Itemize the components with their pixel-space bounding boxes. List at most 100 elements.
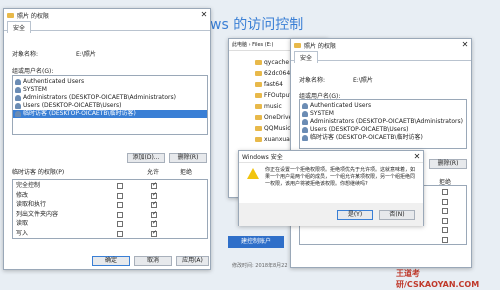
folder-icon [255,82,262,87]
tab-security[interactable]: 安全 [294,51,319,63]
user-name: Administrators (DESKTOP-OICAETB\Administ… [23,94,176,101]
folder-icon [255,115,262,120]
deny-checkbox[interactable] [442,208,448,214]
user-list-item[interactable]: SYSTEM [300,110,466,118]
user-list-item[interactable]: Users (DESKTOP-OICAETB\Users) [13,102,207,110]
permissions-label: 临时访客 的权限(P) [12,169,65,176]
deny-checkbox[interactable] [151,200,157,208]
permission-row [300,226,466,234]
close-icon[interactable]: ✕ [411,151,423,163]
remove-button[interactable]: 删除(R) [169,153,207,163]
user-list-item[interactable]: 临时访客 (DESKTOP-OICAETB\临时访客) [300,134,466,142]
background-title: ws 的访问控制 [210,17,304,33]
permission-name: 写入 [16,229,29,237]
permission-name: 读取 [16,220,29,227]
deny-checkbox[interactable] [151,210,157,218]
folder-icon [255,104,262,109]
user-name: 临时访客 (DESKTOP-OICAETB\临时访客) [23,110,136,117]
user-icon [302,135,308,141]
user-icon [15,103,21,109]
folder-icon [255,60,262,65]
object-name-value: E:\照片 [353,77,373,84]
permission-row [300,236,466,244]
yes-button[interactable]: 是(Y) [337,210,373,220]
user-list[interactable]: Authenticated Users SYSTEM Administrators … [299,99,467,149]
apply-button[interactable]: 应用(A) [176,256,209,266]
alert-message: 你正在设置一个拒绝权限项。拒绝项优先于允许项。这就意味着，如果一个用户是两个组的… [265,167,416,187]
permission-row: 列出文件夹内容 [13,210,207,219]
ok-button[interactable]: 确定 [92,256,130,266]
user-name: SYSTEM [310,110,334,117]
user-name: SYSTEM [23,86,47,93]
windows-security-alert: Windows 安全 ✕ 你正在设置一个拒绝权限项。拒绝项优先于允许项。这就意味… [238,150,424,226]
deny-checkbox[interactable] [151,181,157,189]
object-name-label: 对象名称: [12,51,39,58]
deny-checkbox[interactable] [151,219,157,227]
allow-checkbox[interactable] [117,221,123,227]
tab-security[interactable]: 安全 [7,21,32,33]
modified-date: 修改时间: 2018年8月22 [232,263,288,269]
user-name: Authenticated Users [310,102,372,109]
folder-name: FFOutput [264,91,292,99]
folder-icon [7,12,14,18]
deny-checkbox[interactable] [151,229,157,237]
deny-checkbox[interactable] [442,189,448,195]
folder-icon [255,71,262,76]
object-name-value: E:\照片 [76,51,96,58]
user-list-item[interactable]: Authenticated Users [300,102,466,110]
permissions-list: 完全控制修改读取和执行列出文件夹内容读取写入 [12,179,208,239]
user-icon [15,87,21,93]
dialog-title: 照片 的权限 [304,42,336,50]
allow-checkbox[interactable] [117,202,123,208]
no-button[interactable]: 否(N) [379,210,415,220]
folder-icon [255,137,262,142]
permission-name: 列出文件夹内容 [16,210,59,218]
folder-icon [255,126,262,131]
permission-row: 完全控制 [13,181,207,190]
remove-button[interactable]: 删除(R) [429,159,467,169]
user-list[interactable]: Authenticated Users SYSTEM Administrators … [12,75,208,135]
allow-checkbox[interactable] [117,211,123,218]
deny-header: 拒绝 [180,169,193,176]
user-list-item[interactable]: 临时访客 (DESKTOP-OICAETB\临时访客) [13,110,207,118]
deny-checkbox[interactable] [442,227,448,233]
deny-checkbox[interactable] [442,198,448,205]
close-icon[interactable]: ✕ [198,9,210,21]
watermark: 王道考研/CSKAOYAN.COM [396,269,480,289]
user-list-item[interactable]: Administrators (DESKTOP-OICAETB\Administ… [13,94,207,102]
user-icon [302,111,308,117]
permission-name: 读取和执行 [16,201,47,208]
left-permissions-dialog: 照片 的权限 ✕ 安全 对象名称: E:\照片 组或用户名(G): Authen… [3,8,211,270]
cancel-button[interactable]: 取消 [134,256,172,266]
user-icon [15,111,21,117]
background-link-button[interactable]: 建控制账户 [228,236,284,248]
permission-row: 写入 [13,229,207,238]
allow-checkbox[interactable] [117,183,123,189]
folder-name: fast64 [264,80,283,88]
deny-checkbox[interactable] [442,236,448,243]
deny-checkbox[interactable] [442,217,448,224]
user-name: Authenticated Users [23,78,85,85]
add-button[interactable]: 添加(D)... [127,153,165,163]
user-icon [302,103,308,109]
user-icon [302,119,308,125]
folder-name: qycache [264,58,290,66]
dialog-title: 照片 的权限 [17,12,49,20]
groups-label: 组或用户名(G): [12,68,54,75]
folder-name: OneDrive [264,113,293,121]
folder-icon [294,42,301,48]
folder-name: music [264,102,282,110]
deny-checkbox[interactable] [151,191,157,199]
user-list-item[interactable]: SYSTEM [13,86,207,94]
user-list-item[interactable]: Authenticated Users [13,78,207,86]
user-list-item[interactable]: Users (DESKTOP-OICAETB\Users) [300,126,466,134]
user-icon [302,127,308,133]
allow-checkbox[interactable] [117,192,123,199]
user-icon [15,95,21,101]
warning-icon [247,168,259,179]
close-icon[interactable]: ✕ [459,39,471,51]
allow-header: 允许 [147,169,160,176]
user-list-item[interactable]: Administrators (DESKTOP-OICAETB\Administ… [300,118,466,126]
allow-checkbox[interactable] [117,230,123,237]
user-name: Users (DESKTOP-OICAETB\Users) [23,102,122,109]
